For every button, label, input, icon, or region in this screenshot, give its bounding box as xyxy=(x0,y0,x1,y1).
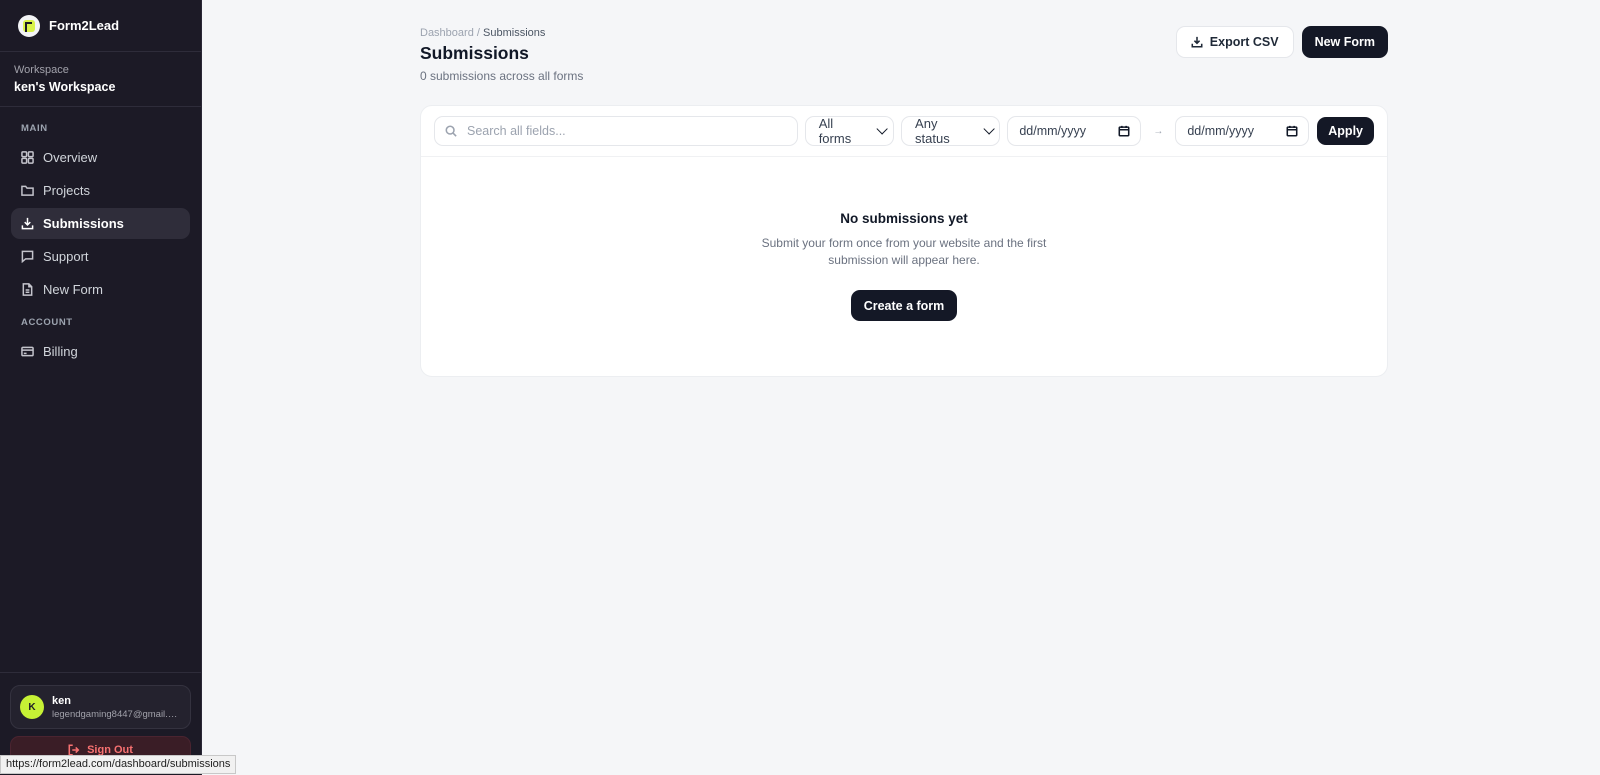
chevron-down-icon xyxy=(982,123,995,135)
workspace-label: Workspace xyxy=(14,64,69,76)
sidebar-item-label: New Form xyxy=(43,282,103,297)
breadcrumb: Dashboard / Submissions xyxy=(420,27,545,39)
header-actions: Export CSV New Form xyxy=(1175,26,1388,58)
sidebar-item-submissions[interactable]: Submissions xyxy=(11,208,190,239)
search-input[interactable]: Search all fields... xyxy=(434,116,798,146)
sidebar-item-billing[interactable]: Billing xyxy=(11,336,190,367)
breadcrumb-current: Submissions xyxy=(483,27,546,39)
calendar-icon[interactable] xyxy=(1286,125,1298,137)
grid-icon xyxy=(21,151,34,164)
export-csv-button[interactable]: Export CSV xyxy=(1175,26,1294,58)
section-title-account: ACCOUNT xyxy=(21,317,73,328)
user-card[interactable]: K ken legendgaming8447@gmail.com xyxy=(10,685,191,729)
sidebar-item-new-form[interactable]: New Form xyxy=(11,274,190,305)
folder-icon xyxy=(21,185,34,196)
date-to-value: dd/mm/yyyy xyxy=(1187,124,1254,138)
create-form-button[interactable]: Create a form xyxy=(850,290,958,321)
status-filter-value: Any status xyxy=(915,116,950,146)
new-form-button[interactable]: New Form xyxy=(1301,26,1388,58)
export-csv-label: Export CSV xyxy=(1209,35,1279,49)
date-from-input[interactable]: dd/mm/yyyy xyxy=(1007,116,1142,146)
sidebar-item-overview[interactable]: Overview xyxy=(11,142,190,173)
sidebar-item-label: Overview xyxy=(43,150,98,165)
filter-bar: Search all fields... All forms Any statu… xyxy=(421,106,1387,157)
sidebar: Form2Lead Workspace ken's Workspace MAIN… xyxy=(0,0,202,775)
status-bar-url: https://form2lead.com/dashboard/submissi… xyxy=(0,755,237,774)
download-icon xyxy=(1191,36,1203,48)
sidebar-footer: K ken legendgaming8447@gmail.com Sign Ou… xyxy=(0,672,201,764)
empty-state: No submissions yet Submit your form once… xyxy=(421,157,1387,321)
form-filter-select[interactable]: All forms xyxy=(804,116,895,146)
date-from-value: dd/mm/yyyy xyxy=(1019,124,1087,138)
file-icon xyxy=(22,283,33,296)
sidebar-item-label: Support xyxy=(43,249,89,264)
apply-filters-button[interactable]: Apply xyxy=(1317,117,1374,145)
chat-icon xyxy=(21,250,34,263)
chevron-down-icon xyxy=(876,123,888,135)
user-email: legendgaming8447@gmail.com xyxy=(52,708,180,720)
search-placeholder: Search all fields... xyxy=(467,124,566,138)
brand-logo-icon xyxy=(18,14,40,37)
search-icon xyxy=(445,125,457,137)
workspace-switcher[interactable]: Workspace ken's Workspace xyxy=(0,52,201,107)
empty-state-title: No submissions yet xyxy=(840,211,968,226)
page-title: Submissions xyxy=(420,43,529,63)
breadcrumb-parent[interactable]: Dashboard xyxy=(420,27,474,39)
user-name: ken xyxy=(52,694,71,707)
section-title-main: MAIN xyxy=(21,123,48,134)
brand-name: Form2Lead xyxy=(49,18,120,33)
submissions-card: Search all fields... All forms Any statu… xyxy=(420,105,1388,377)
sidebar-item-label: Projects xyxy=(43,183,90,198)
sidebar-item-projects[interactable]: Projects xyxy=(11,175,190,206)
sidebar-item-label: Billing xyxy=(43,344,78,359)
breadcrumb-separator: / xyxy=(476,27,480,39)
avatar: K xyxy=(20,695,44,719)
empty-state-description: Submit your form once from your website … xyxy=(761,236,1047,267)
brand[interactable]: Form2Lead xyxy=(0,0,201,52)
date-to-input[interactable]: dd/mm/yyyy xyxy=(1175,116,1310,146)
status-filter-select[interactable]: Any status xyxy=(901,116,1001,146)
download-icon xyxy=(21,217,34,230)
workspace-name: ken's Workspace xyxy=(14,80,116,94)
calendar-icon[interactable] xyxy=(1118,125,1130,137)
date-range-arrow: → xyxy=(1153,125,1164,137)
sidebar-item-label: Submissions xyxy=(43,216,124,231)
form-filter-value: All forms xyxy=(818,116,852,146)
page-subtitle: 0 submissions across all forms xyxy=(420,69,584,83)
sidebar-item-support[interactable]: Support xyxy=(11,241,190,272)
credit-card-icon xyxy=(21,346,34,357)
